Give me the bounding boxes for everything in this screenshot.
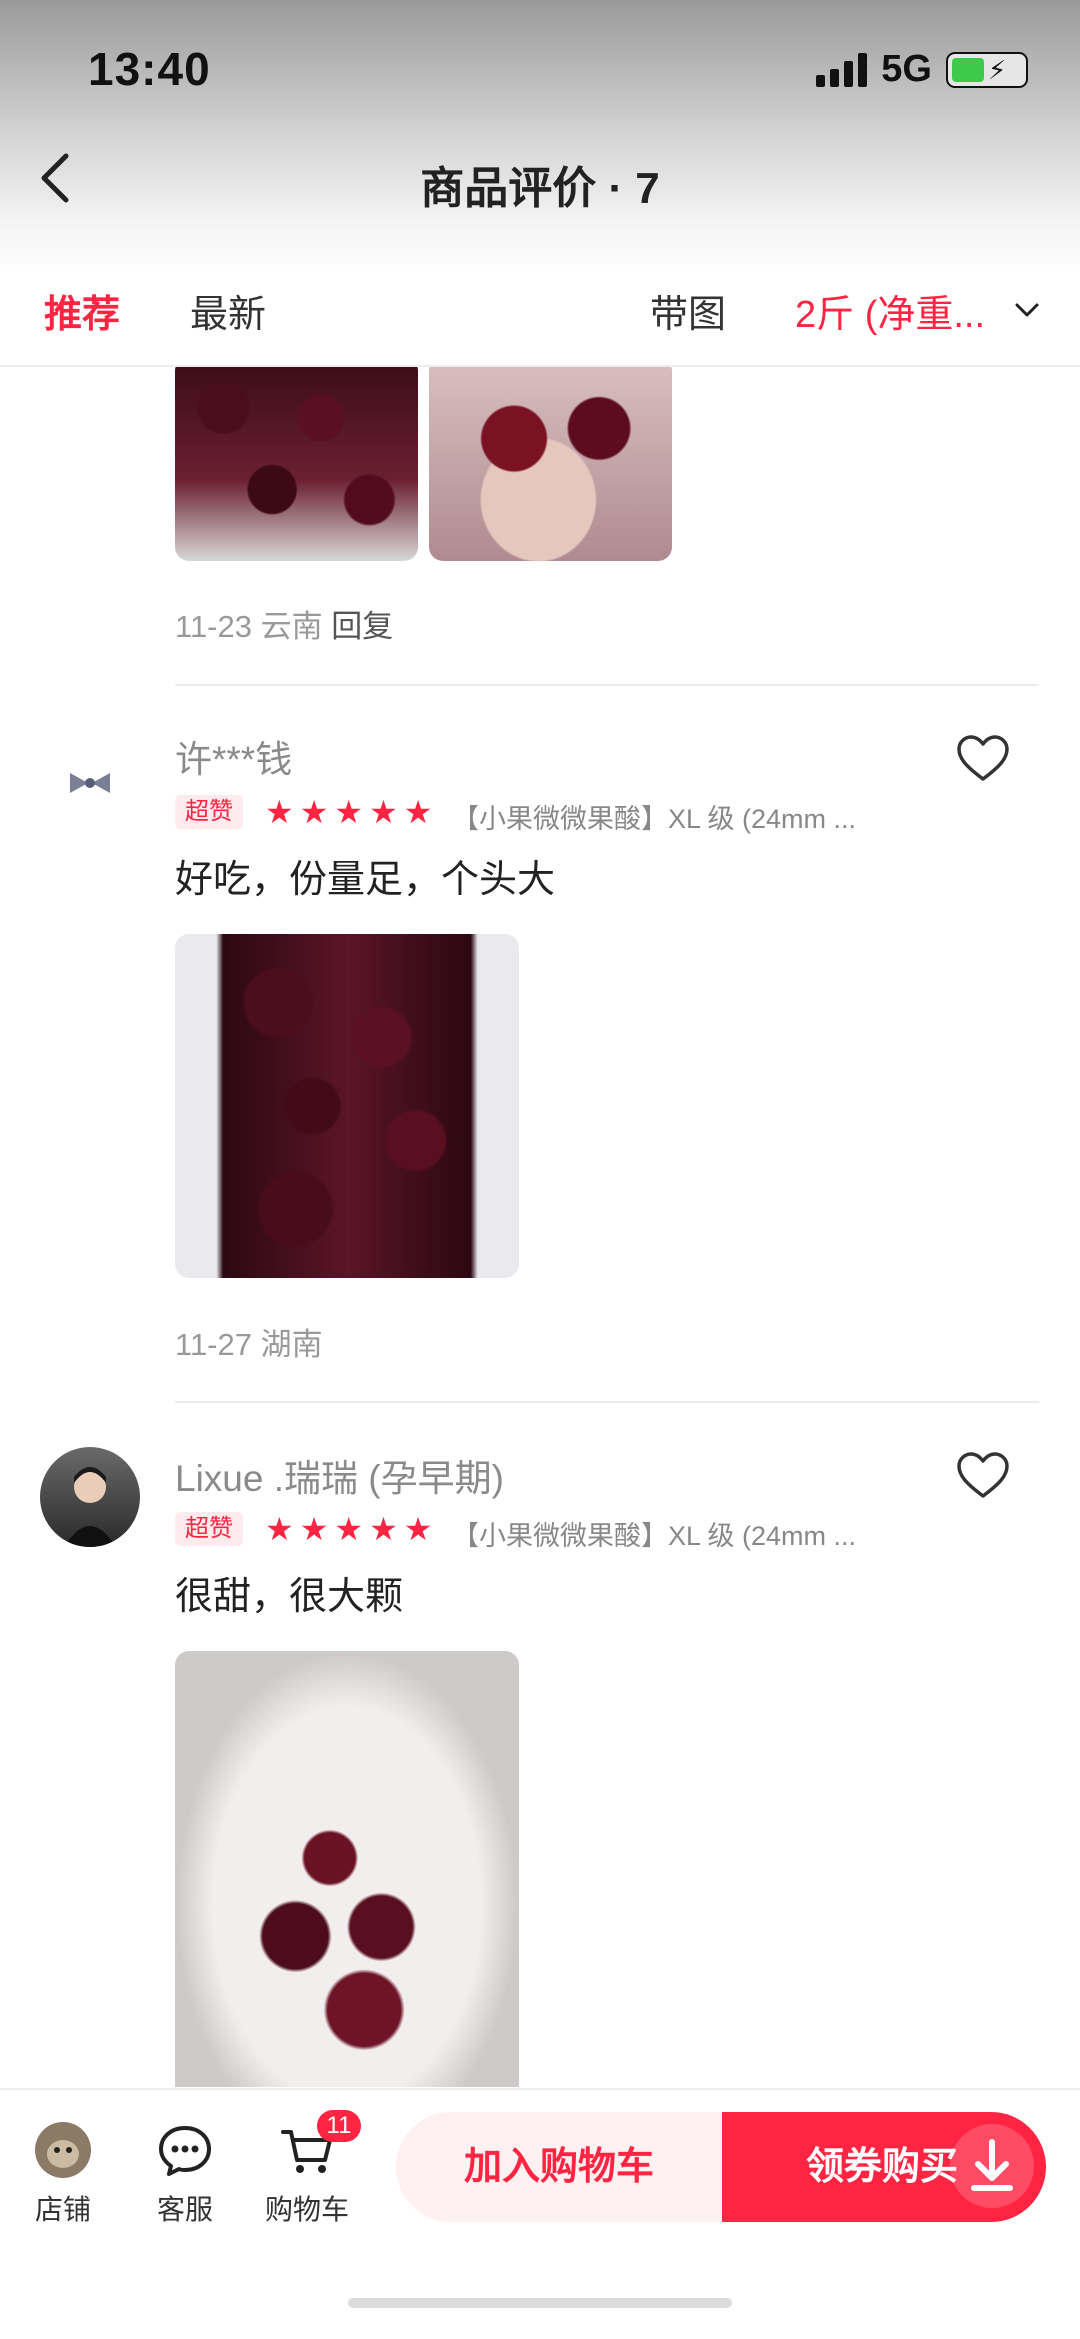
review-text: 很甜，很大颗 [175, 1576, 404, 1618]
divider [175, 684, 1039, 686]
review-photo[interactable] [175, 1651, 519, 2087]
review-date-region: 11-23 云南 [175, 609, 323, 644]
purchased-spec: 【小果微微果酸】XL 级 (24mm ... [452, 1521, 857, 1551]
store-avatar-icon [35, 2122, 91, 2178]
status-icons: 5G ⚡ [816, 48, 1028, 91]
reviewer-name[interactable]: 许***钱 [175, 729, 292, 783]
star-icon: ★ [265, 1511, 294, 1547]
review-meta: 11-23 云南 回复 [175, 601, 393, 646]
battery-icon: ⚡ [946, 51, 1028, 88]
cart-label: 购物车 [264, 2194, 349, 2225]
star-icon: ★ [299, 1511, 329, 1547]
service-label: 客服 [156, 2194, 213, 2225]
tab-with-images[interactable]: 带图 [650, 283, 726, 338]
purchased-spec: 【小果微微果酸】XL 级 (24mm ... [452, 804, 857, 834]
top-header: 13:40 5G ⚡ 商品评价 · 7 [0, 0, 1080, 275]
avatar[interactable] [40, 731, 140, 831]
review-feed[interactable]: 11-23 云南 回复 许***钱 超赞 ★ ★ ★ ★ ★ 【小果微微果酸】XL 级 … [0, 367, 1080, 2087]
star-rating: ★ ★ ★ ★ ★ [265, 795, 432, 829]
star-icon: ★ [403, 794, 433, 830]
star-icon: ★ [334, 1511, 364, 1547]
review-meta: 11-27 湖南 [175, 1319, 323, 1364]
cart-count-badge: 11 [317, 2110, 361, 2142]
chevron-down-icon[interactable] [1014, 301, 1040, 319]
review-text: 好吃，份量足，个头大 [175, 859, 556, 901]
store-label: 店铺 [34, 2194, 91, 2225]
filter-tabs: 推荐 最新 带图 2斤 (净重... [0, 275, 1080, 367]
customer-service-button[interactable]: 客服 [130, 2120, 240, 2228]
page-title: 商品评价 · 7 [420, 164, 660, 213]
star-icon: ★ [369, 1511, 398, 1547]
reviewer-name[interactable]: Lixue .瑞瑞 (孕早期) [175, 1448, 504, 1502]
rating-badge: 超赞 [175, 795, 243, 829]
review-date-region: 11-27 湖南 [175, 1327, 323, 1362]
status-time: 13:40 [88, 43, 211, 95]
divider [175, 1401, 1039, 1403]
cart-button[interactable]: 11 购物车 [252, 2110, 362, 2228]
review-photo[interactable] [175, 934, 519, 1278]
chat-icon [159, 2126, 211, 2176]
reply-link[interactable]: 回复 [331, 609, 393, 644]
review-photo[interactable] [429, 367, 672, 561]
download-icon[interactable] [950, 2124, 1034, 2208]
network-type: 5G [881, 48, 932, 90]
star-rating: ★ ★ ★ ★ ★ [265, 1512, 432, 1546]
add-to-cart-button[interactable]: 加入购物车 [396, 2112, 722, 2222]
star-icon: ★ [403, 1511, 433, 1547]
star-icon: ★ [265, 794, 294, 830]
tab-recommended[interactable]: 推荐 [44, 283, 120, 338]
heart-icon[interactable] [955, 1450, 1011, 1500]
tab-spec-filter[interactable]: 2斤 (净重... [795, 283, 985, 338]
star-icon: ★ [369, 794, 398, 830]
rating-badge: 超赞 [175, 1512, 243, 1546]
signal-icon [816, 52, 868, 87]
home-indicator [348, 2298, 732, 2308]
review-photo[interactable] [175, 367, 418, 561]
heart-icon[interactable] [955, 733, 1011, 783]
store-button[interactable]: 店铺 [8, 2120, 118, 2228]
avatar[interactable] [40, 1447, 140, 1547]
star-icon: ★ [299, 794, 329, 830]
star-icon: ★ [334, 794, 364, 830]
tab-latest[interactable]: 最新 [190, 283, 266, 338]
